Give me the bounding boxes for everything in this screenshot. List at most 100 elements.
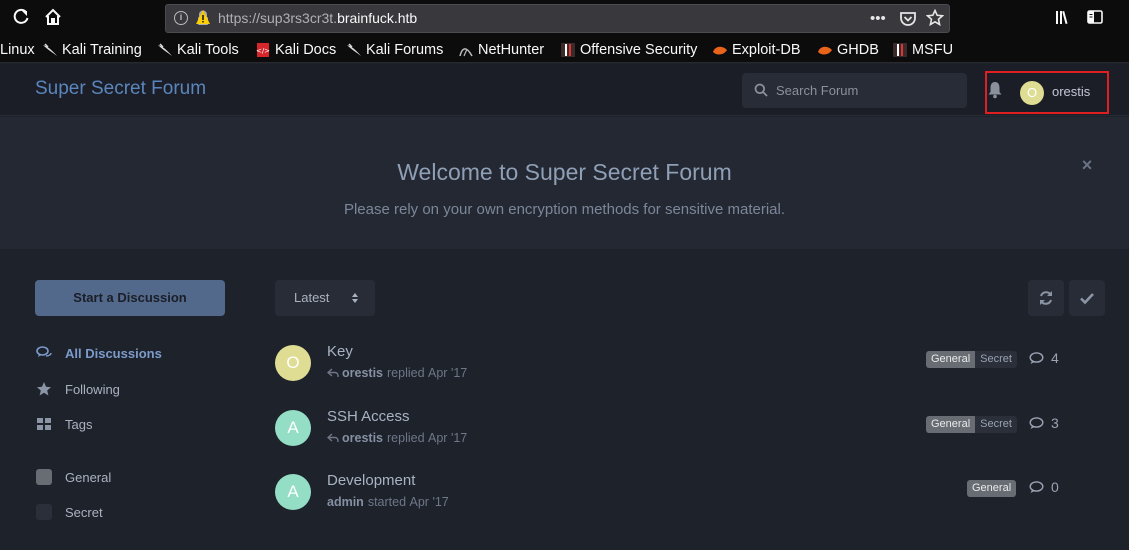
reply-count: 4 bbox=[1029, 349, 1059, 367]
reload-icon[interactable] bbox=[11, 8, 31, 28]
bookmark-ghdb[interactable]: GHDB bbox=[817, 40, 879, 60]
offsec-icon bbox=[892, 42, 908, 58]
reply-count-value: 4 bbox=[1051, 350, 1059, 366]
sidebar-item-following[interactable]: Following bbox=[36, 379, 120, 399]
search-icon bbox=[754, 83, 768, 97]
list-item[interactable]: A Development admin started Apr '17 Gene… bbox=[275, 472, 1105, 532]
list-item[interactable]: O Key orestis replied Apr '17 General Sec… bbox=[275, 343, 1105, 403]
bookmark-kali-forums[interactable]: Kali Forums bbox=[346, 40, 443, 60]
refresh-button[interactable] bbox=[1028, 280, 1064, 316]
author-name[interactable]: admin bbox=[327, 495, 364, 509]
reply-count: 3 bbox=[1029, 414, 1059, 432]
hero-subtitle: Please rely on your own encryption metho… bbox=[343, 201, 786, 218]
discussion-title[interactable]: Development bbox=[327, 472, 415, 489]
nethunter-icon bbox=[458, 42, 474, 58]
exploitdb-icon bbox=[817, 42, 833, 58]
bookmark-offensive-security[interactable]: Offensive Security bbox=[560, 40, 697, 60]
sidebar-item-tags[interactable]: Tags bbox=[36, 414, 92, 434]
sidebar-item-label: General bbox=[65, 469, 112, 485]
bookmark-kali-docs[interactable]: </> Kali Docs bbox=[255, 40, 336, 60]
bookmark-kali-training[interactable]: Kali Training bbox=[42, 40, 142, 60]
sort-dropdown[interactable]: Latest bbox=[275, 280, 375, 316]
discussion-title[interactable]: Key bbox=[327, 343, 353, 360]
search-box[interactable] bbox=[742, 73, 967, 108]
tag-list: General Secret bbox=[926, 351, 1017, 368]
sidebar-item-label: Tags bbox=[65, 416, 93, 432]
bookmark-nethunter[interactable]: NetHunter bbox=[458, 40, 544, 60]
bookmark-label: MSFU bbox=[912, 42, 954, 58]
tag-badge-general[interactable]: General bbox=[926, 416, 976, 433]
user-menu[interactable]: O orestis bbox=[985, 71, 1109, 114]
bookmark-kali-tools[interactable]: Kali Tools bbox=[157, 40, 239, 60]
discussion-meta: admin started Apr '17 bbox=[327, 495, 449, 509]
tag-list: General bbox=[967, 480, 1017, 497]
author-name[interactable]: orestis bbox=[342, 431, 383, 445]
tag-badge-general[interactable]: General bbox=[926, 351, 976, 368]
svg-text:</>: </> bbox=[256, 47, 270, 55]
grid-icon bbox=[37, 418, 51, 430]
tag-color-swatch bbox=[36, 504, 52, 520]
docs-icon: </> bbox=[255, 42, 271, 58]
hero-title: Welcome to Super Secret Forum bbox=[397, 159, 732, 185]
sidebar-toggle-icon[interactable] bbox=[1086, 8, 1106, 28]
kali-dragon-icon bbox=[42, 42, 58, 58]
reply-count: 0 bbox=[1029, 478, 1059, 496]
list-item[interactable]: A SSH Access orestis replied Apr '17 Gen… bbox=[275, 408, 1105, 468]
avatar[interactable]: A bbox=[275, 410, 311, 446]
bookmark-msfu[interactable]: MSFU bbox=[892, 40, 953, 60]
bookmark-label: Exploit-DB bbox=[732, 42, 801, 58]
bookmark-label: Linux bbox=[0, 42, 35, 58]
date-text: Apr '17 bbox=[428, 366, 468, 380]
bookmark-label: Kali Tools bbox=[177, 42, 239, 58]
bookmark-linux[interactable]: Linux bbox=[0, 40, 35, 60]
tag-badge-secret[interactable]: Secret bbox=[975, 351, 1017, 368]
sidebar-item-label: Following bbox=[65, 381, 120, 397]
library-icon[interactable] bbox=[1054, 8, 1074, 28]
home-icon[interactable] bbox=[43, 8, 63, 28]
tag-badge-secret[interactable]: Secret bbox=[975, 416, 1017, 433]
bookmark-label: NetHunter bbox=[478, 42, 545, 58]
bookmark-label: Kali Docs bbox=[275, 42, 337, 58]
discussion-title[interactable]: SSH Access bbox=[327, 408, 410, 425]
sidebar-item-all-discussions[interactable]: All Discussions bbox=[36, 343, 162, 363]
comment-icon bbox=[1029, 416, 1044, 429]
discussion-meta: orestis replied Apr '17 bbox=[327, 431, 467, 445]
sidebar-tag-secret[interactable]: Secret bbox=[36, 502, 103, 522]
avatar[interactable]: A bbox=[275, 474, 311, 510]
sidebar-tag-general[interactable]: General bbox=[36, 467, 111, 487]
info-icon[interactable]: i bbox=[174, 11, 188, 25]
insecure-lock-icon[interactable] bbox=[196, 10, 210, 26]
bookmark-label: Kali Training bbox=[62, 42, 142, 58]
date-text: Apr '17 bbox=[409, 495, 449, 509]
forum-brand[interactable]: Super Secret Forum bbox=[35, 78, 206, 100]
check-icon bbox=[1080, 293, 1094, 305]
address-bar[interactable]: i https://sup3rs3cr3t.brainfuck.htb ••• bbox=[165, 4, 950, 33]
bookmark-label: Kali Forums bbox=[366, 42, 444, 58]
sidebar-item-label: Secret bbox=[65, 504, 103, 520]
reply-count-value: 3 bbox=[1051, 415, 1059, 431]
search-input[interactable] bbox=[776, 73, 956, 108]
bookmarks-toolbar: Linux Kali Training Kali Tools </> Kali … bbox=[0, 36, 1129, 63]
kali-dragon-icon bbox=[346, 42, 362, 58]
bookmark-label: GHDB bbox=[837, 42, 879, 58]
close-icon[interactable]: × bbox=[1079, 155, 1095, 175]
action-text: replied bbox=[387, 366, 425, 380]
action-text: started bbox=[367, 495, 407, 509]
url-domain: brainfuck.htb bbox=[337, 10, 418, 26]
page-actions-icon[interactable]: ••• bbox=[870, 10, 886, 28]
mark-all-read-button[interactable] bbox=[1069, 280, 1105, 316]
url-prefix: https://sup3rs3cr3t. bbox=[218, 10, 338, 26]
pocket-icon[interactable] bbox=[899, 10, 917, 33]
avatar[interactable]: O bbox=[275, 345, 311, 381]
discussion-meta: orestis replied Apr '17 bbox=[327, 366, 467, 380]
url-text[interactable]: https://sup3rs3cr3t.brainfuck.htb bbox=[218, 10, 417, 26]
reply-count-value: 0 bbox=[1051, 479, 1059, 495]
bookmark-exploit-db[interactable]: Exploit-DB bbox=[712, 40, 801, 60]
author-name[interactable]: orestis bbox=[342, 366, 383, 380]
chat-bubbles-icon bbox=[36, 346, 52, 357]
refresh-icon bbox=[1040, 291, 1052, 305]
start-discussion-button[interactable]: Start a Discussion bbox=[35, 280, 225, 316]
reply-icon bbox=[327, 433, 339, 442]
bookmark-star-icon[interactable] bbox=[925, 8, 945, 32]
tag-badge-general[interactable]: General bbox=[967, 480, 1017, 497]
